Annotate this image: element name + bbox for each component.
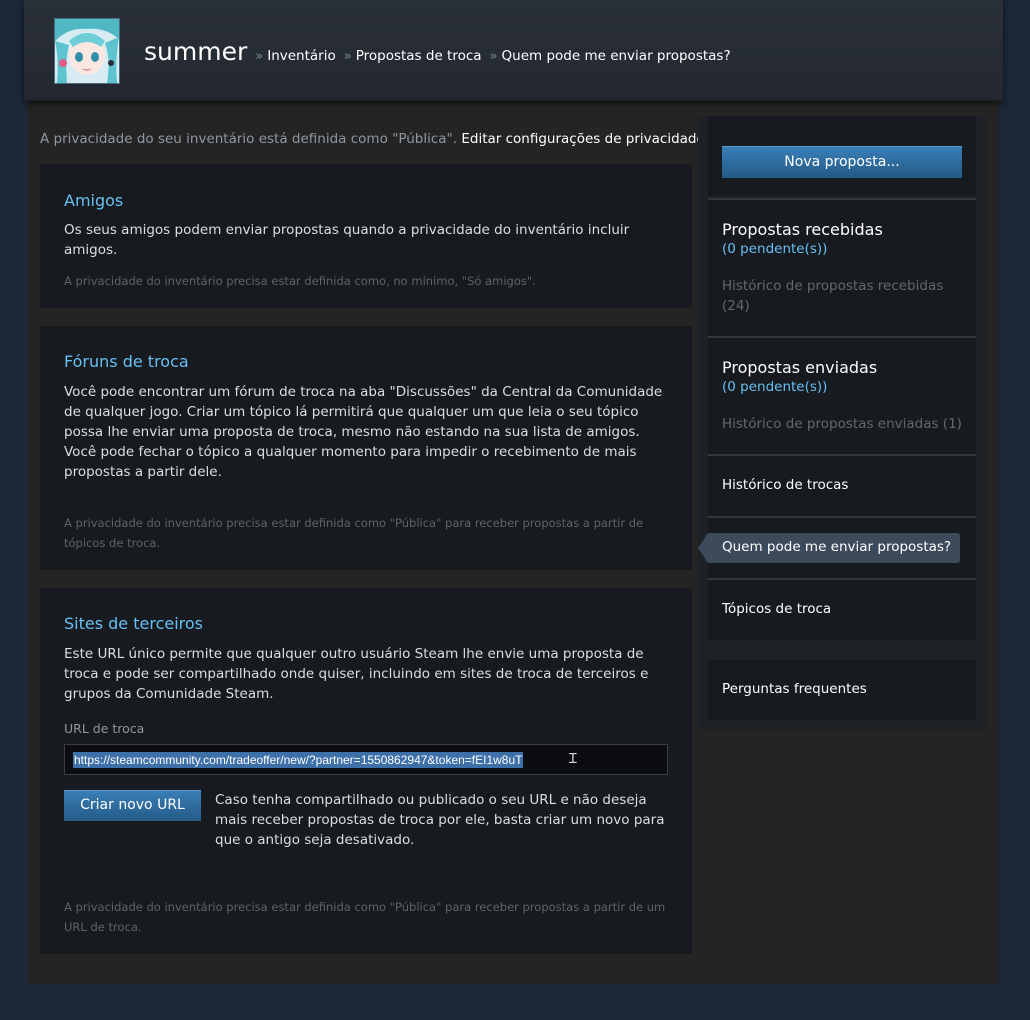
username[interactable]: summer	[144, 37, 247, 66]
trade-forums-panel: Fóruns de troca Você pode encontrar um f…	[40, 326, 692, 570]
faq-link[interactable]: Perguntas frequentes	[722, 681, 867, 697]
avatar-image	[55, 19, 119, 83]
friends-note: A privacidade do inventário precisa esta…	[64, 274, 536, 288]
trade-sidebar: Nova proposta... Propostas recebidas (0 …	[698, 116, 986, 730]
privacy-status-text: A privacidade do seu inventário está def…	[40, 131, 458, 147]
forums-text: Você pode encontrar um fórum de troca na…	[64, 384, 663, 480]
create-new-url-button[interactable]: Criar novo URL	[64, 790, 201, 821]
received-pending-count[interactable]: (0 pendente(s))	[722, 241, 827, 257]
third-party-note: A privacidade do inventário precisa esta…	[64, 900, 666, 934]
breadcrumb-separator: »	[255, 49, 264, 64]
page-breadcrumb: summer » Inventário » Propostas de troca…	[144, 37, 731, 69]
trade-history-link[interactable]: Histórico de trocas	[722, 477, 848, 493]
sent-pending-count[interactable]: (0 pendente(s))	[722, 379, 827, 395]
breadcrumb-separator: »	[343, 49, 352, 64]
sent-history-link[interactable]: Histórico de propostas enviadas (1)	[722, 414, 962, 434]
friends-title: Amigos	[64, 191, 124, 210]
trade-url-value[interactable]: https://steamcommunity.com/tradeoffer/ne…	[73, 752, 524, 768]
breadcrumb-separator: »	[489, 49, 498, 64]
friends-panel: Amigos Os seus amigos podem enviar propo…	[40, 164, 692, 308]
third-party-panel: Sites de terceiros Este URL único permit…	[40, 588, 692, 954]
who-can-send-offers-link[interactable]: Quem pode me enviar propostas?	[708, 533, 960, 563]
avatar[interactable]	[54, 18, 120, 84]
new-url-description: Caso tenha compartilhado ou publicado o …	[215, 792, 665, 848]
profile-header: summer » Inventário » Propostas de troca…	[24, 0, 1003, 101]
third-party-title: Sites de terceiros	[64, 614, 204, 633]
breadcrumb-trade-offers[interactable]: Propostas de troca	[356, 48, 482, 64]
third-party-text: Este URL único permite que qualquer outr…	[64, 646, 649, 702]
friends-text: Os seus amigos podem enviar propostas qu…	[64, 222, 630, 258]
breadcrumb-inventory[interactable]: Inventário	[267, 48, 336, 64]
text-cursor-icon: Ɪ	[569, 751, 577, 767]
privacy-status: A privacidade do seu inventário está def…	[40, 131, 705, 147]
received-history-link[interactable]: Histórico de propostas recebidas (24)	[722, 276, 962, 316]
trade-url-field[interactable]: https://steamcommunity.com/tradeoffer/ne…	[64, 744, 668, 775]
sent-offers-heading[interactable]: Propostas enviadas	[722, 358, 877, 377]
forums-title: Fóruns de troca	[64, 352, 189, 371]
trade-topics-link[interactable]: Tópicos de troca	[722, 601, 831, 617]
new-offer-button[interactable]: Nova proposta...	[722, 146, 962, 178]
who-can-send-offers-label: Quem pode me enviar propostas?	[722, 539, 952, 555]
forums-note: A privacidade do inventário precisa esta…	[64, 516, 644, 550]
active-indicator-arrow	[698, 533, 708, 563]
edit-privacy-link[interactable]: Editar configurações de privacidade	[461, 131, 704, 147]
received-offers-heading[interactable]: Propostas recebidas	[722, 220, 883, 239]
trade-url-label: URL de troca	[64, 721, 145, 736]
breadcrumb-current: Quem pode me enviar propostas?	[501, 48, 731, 64]
sidebar-block	[708, 338, 976, 454]
